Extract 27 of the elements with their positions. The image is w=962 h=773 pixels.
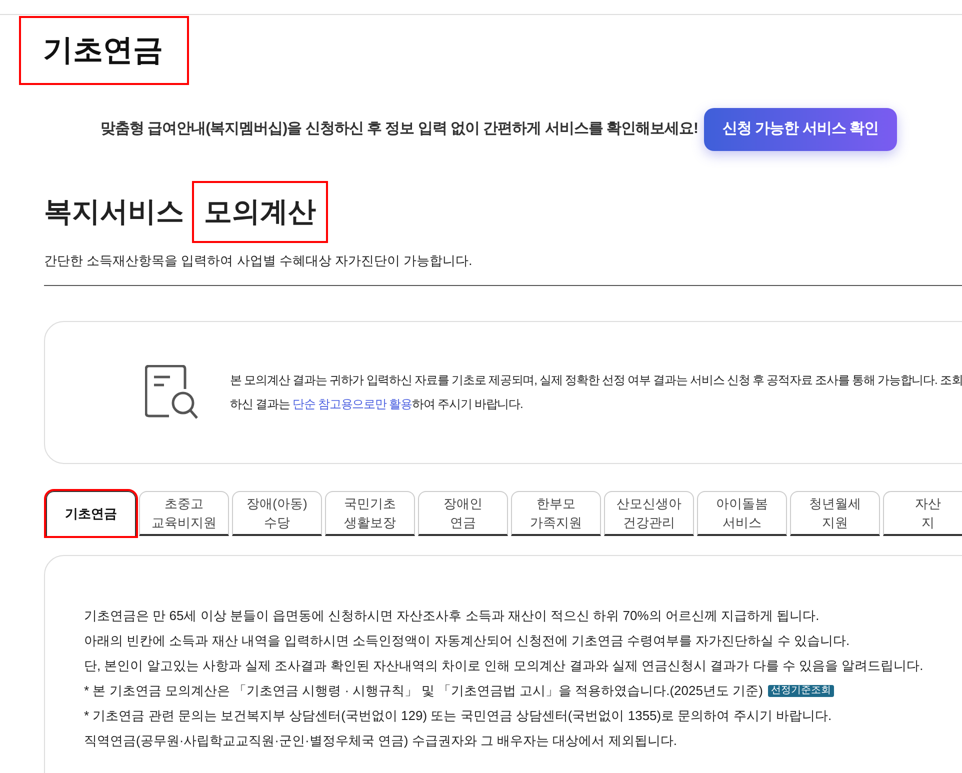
check-services-button[interactable]: 신청 가능한 서비스 확인 (704, 108, 897, 151)
info-text: 아래의 빈칸에 소득과 재산 내역을 입력하시면 소득인정액이 자동계산되어 신청전에 기초연금 수령여부를 자가진단하실 수 있습니다. (84, 632, 850, 650)
criteria-badge[interactable]: 선정기준조회 (768, 684, 834, 696)
page-title: 기초연금 (43, 33, 163, 69)
tab[interactable]: 자산 지 (883, 490, 962, 536)
section-description: 간단한 소득재산항목을 입력하여 사업별 수혜대상 자가진단이 가능합니다. (44, 252, 474, 270)
tab[interactable]: 장애인 연금 (418, 490, 508, 536)
tab[interactable]: 한부모 가족지원 (511, 490, 601, 536)
tab[interactable]: 국민기초 생활보장 (325, 490, 415, 536)
tab[interactable]: 초중고 교육비지원 (139, 490, 229, 536)
tab[interactable]: 기초연금 (46, 490, 136, 536)
tab[interactable]: 아이돌봄 서비스 (697, 490, 787, 536)
info-text: 단, 본인이 알고있는 사항과 실제 조사결과 확인된 자산내역의 차이로 인해 모의계산 결과와 실제 연금신청시 결과가 다를 수 있음을 알려드립니다. (84, 656, 924, 675)
tab[interactable]: 산모신생아 건강관리 (604, 490, 694, 536)
document-search-icon (145, 364, 200, 420)
info-text: * 기초연금 관련 문의는 보건복지부 상담센터(국번없이 129) 또는 국민연금 상담센터(국번없이 1355)로 문의하여 주시기 바랍니다. (84, 706, 832, 725)
tab[interactable]: 장애(아동) 수당 (232, 490, 322, 536)
info-text: 기초연금은 만 65세 이상 분들이 읍면동에 신청하시면 자산조사후 소득과 재산이 적으신 하위 70%의 어르신께 지급하게 됩니다. (84, 606, 820, 625)
tab[interactable]: 청년월세 지원 (790, 490, 880, 536)
notice-text: 본 모의계산 결과는 귀하가 입력하신 자료를 기초로 제공되며, 실제 정확한 선정 여부 결과는 서비스 신청 후 공적자료 조사를 통해 가능합니다. 조회 (230, 372, 962, 389)
info-text: * 본 기초연금 모의계산은 「기초연금 시행령 · 시행규칙」 및 「기초연금법 고시」을 적용하였습니다.(2025년도 기준) (84, 682, 763, 700)
info-text: 직역연금(공무원·사립학교교직원·군인·별정우체국 연금) 수급권자와 그 배우자는 대상에서 제외됩니다. (84, 732, 677, 750)
section-title: 복지서비스 (44, 195, 184, 229)
notice-text: 하신 결과는 단순 참고용으로만 활용하여 주시기 바랍니다. (230, 396, 524, 413)
banner-text: 맞춤형 급여안내(복지멤버십)을 신청하신 후 정보 입력 없이 간편하게 서비스를 확인해보세요! (100, 119, 698, 140)
reference-link[interactable]: 단순 참고용으로만 활용 (292, 397, 412, 411)
section-title: 모의계산 (204, 195, 316, 229)
